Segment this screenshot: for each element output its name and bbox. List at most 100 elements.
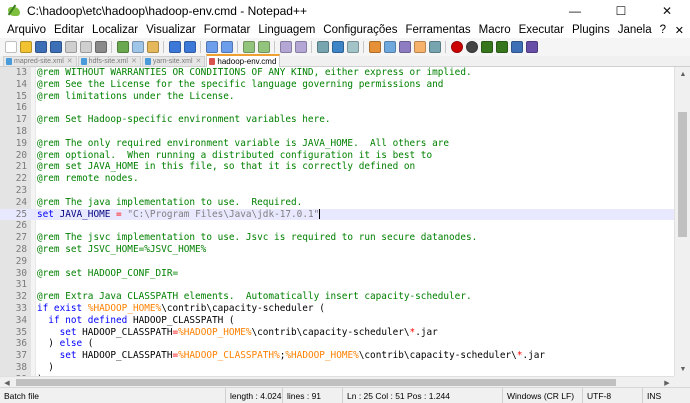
menu-localizar[interactable]: Localizar xyxy=(89,24,141,36)
line-code[interactable]: ) else ( xyxy=(37,338,93,350)
play-macro-icon[interactable] xyxy=(480,41,493,53)
paste-icon[interactable] xyxy=(146,41,159,53)
line-code[interactable]: set HADOOP_CLASSPATH=%HADOOP_CLASSPATH%;… xyxy=(37,350,545,362)
open-file-icon[interactable] xyxy=(19,41,32,53)
save-all-icon[interactable] xyxy=(49,41,62,53)
cut-icon[interactable] xyxy=(116,41,129,53)
save-macro-icon[interactable] xyxy=(510,41,523,53)
line-code[interactable]: @rem remote nodes. xyxy=(37,173,139,185)
code-line[interactable]: 15 @rem limitations under the License. xyxy=(0,91,674,103)
code-line[interactable]: 36 ) else ( xyxy=(0,338,674,350)
code-line[interactable]: 22 @rem remote nodes. xyxy=(0,173,674,185)
code-line[interactable]: 23 xyxy=(0,185,674,197)
word-wrap-icon[interactable] xyxy=(316,41,329,53)
code-line[interactable]: 31 xyxy=(0,279,674,291)
spellcheck-icon[interactable] xyxy=(525,41,538,53)
minimize-button[interactable]: — xyxy=(552,0,598,22)
line-code[interactable]: @rem limitations under the License. xyxy=(37,91,235,103)
line-code[interactable]: set JAVA_HOME = "C:\Program Files\Java\j… xyxy=(37,209,321,221)
copy-icon[interactable] xyxy=(131,41,144,53)
tab-hadoop-env-cmd[interactable]: hadoop-env.cmd xyxy=(206,54,281,67)
code-area[interactable]: 13 @rem WITHOUT WARRANTIES OR CONDITIONS … xyxy=(0,67,674,376)
menu-linguagem[interactable]: Linguagem xyxy=(255,24,318,36)
zoom-out-icon[interactable] xyxy=(257,41,270,53)
code-line[interactable]: 13 @rem WITHOUT WARRANTIES OR CONDITIONS … xyxy=(0,67,674,79)
menu-editar[interactable]: Editar xyxy=(51,24,87,36)
vertical-scrollbar[interactable]: ▲ ▼ xyxy=(674,67,690,376)
record-macro-icon[interactable] xyxy=(450,41,463,53)
menu-janela[interactable]: Janela xyxy=(615,24,655,36)
undo-icon[interactable] xyxy=(168,41,181,53)
code-line[interactable]: 16 xyxy=(0,102,674,114)
code-line[interactable]: 19 @rem The only required environment var… xyxy=(0,138,674,150)
code-line[interactable]: 35 set HADOOP_CLASSPATH=%HADOOP_HOME%\co… xyxy=(0,327,674,339)
code-line[interactable]: 33 if exist %HADOOP_HOME%\contrib\capacit… xyxy=(0,303,674,315)
print-icon[interactable] xyxy=(94,41,107,53)
close-all-icon[interactable] xyxy=(79,41,92,53)
code-line[interactable]: 20 @rem optional. When running a distribu… xyxy=(0,150,674,162)
zoom-in-icon[interactable] xyxy=(242,41,255,53)
menu-macro[interactable]: Macro xyxy=(476,24,514,36)
line-code[interactable]: @rem set HADOOP_CONF_DIR= xyxy=(37,268,178,280)
code-line[interactable]: 24 @rem The java implementation to use. R… xyxy=(0,197,674,209)
save-icon[interactable] xyxy=(34,41,47,53)
editor[interactable]: 13 @rem WITHOUT WARRANTIES OR CONDITIONS … xyxy=(0,67,674,376)
folder-workspace-icon[interactable] xyxy=(413,41,426,53)
line-code[interactable]: if not defined HADOOP_CLASSPATH ( xyxy=(37,315,234,327)
line-code[interactable]: @rem set JSVC_HOME=%JSVC_HOME% xyxy=(37,244,206,256)
line-code[interactable]: ) xyxy=(37,362,54,374)
code-line[interactable]: 17 @rem Set Hadoop-specific environment v… xyxy=(0,114,674,126)
line-code[interactable]: @rem The java implementation to use. Req… xyxy=(37,197,302,209)
tab-hdfs-site-xml[interactable]: hdfs-site.xml ✕ xyxy=(77,56,141,66)
line-code[interactable]: @rem See the License for the specific la… xyxy=(37,79,443,91)
code-line[interactable]: 29 xyxy=(0,256,674,268)
line-code[interactable]: @rem Extra Java CLASSPATH elements. Auto… xyxy=(37,291,472,303)
close-document-icon[interactable]: ✕ xyxy=(675,24,684,37)
scroll-down-icon[interactable]: ▼ xyxy=(675,362,690,376)
maximize-button[interactable]: ☐ xyxy=(598,0,644,22)
vertical-scroll-thumb[interactable] xyxy=(678,112,687,237)
find-icon[interactable] xyxy=(205,41,218,53)
function-list-icon[interactable] xyxy=(398,41,411,53)
code-line[interactable]: 30 @rem set HADOOP_CONF_DIR= xyxy=(0,268,674,280)
language-icon[interactable] xyxy=(368,41,381,53)
sync-vertical-icon[interactable] xyxy=(279,41,292,53)
menu-help[interactable]: ? xyxy=(657,24,669,36)
code-line[interactable]: 32 @rem Extra Java CLASSPATH elements. Au… xyxy=(0,291,674,303)
code-line[interactable]: 28 @rem set JSVC_HOME=%JSVC_HOME% xyxy=(0,244,674,256)
document-map-icon[interactable] xyxy=(383,41,396,53)
show-all-chars-icon[interactable] xyxy=(331,41,344,53)
tab-close-icon[interactable]: ✕ xyxy=(67,57,73,66)
status-encoding[interactable]: UTF-8 xyxy=(583,387,643,403)
horizontal-scroll-thumb[interactable] xyxy=(16,379,616,386)
run-macro-multiple-icon[interactable] xyxy=(495,41,508,53)
tab-mapred-site-xml[interactable]: mapred-site.xml ✕ xyxy=(3,56,77,66)
menu-arquivo[interactable]: Arquivo xyxy=(4,24,49,36)
tab-yarn-site-xml[interactable]: yarn-site.xml ✕ xyxy=(141,56,206,66)
redo-icon[interactable] xyxy=(183,41,196,53)
scroll-up-icon[interactable]: ▲ xyxy=(675,67,690,81)
menu-formatar[interactable]: Formatar xyxy=(201,24,254,36)
code-line[interactable]: 34 if not defined HADOOP_CLASSPATH ( xyxy=(0,315,674,327)
menu-ferramentas[interactable]: Ferramentas xyxy=(402,24,473,36)
code-line[interactable]: 38 ) xyxy=(0,362,674,374)
code-line[interactable]: 14 @rem See the License for the specific … xyxy=(0,79,674,91)
status-insert-mode[interactable]: INS xyxy=(643,388,690,403)
code-line[interactable]: 27 @rem The jsvc implementation to use. J… xyxy=(0,232,674,244)
horizontal-scrollbar[interactable]: ◀ ▶ xyxy=(0,376,674,387)
new-file-icon[interactable] xyxy=(4,41,17,53)
indent-guide-icon[interactable] xyxy=(346,41,359,53)
code-line[interactable]: 37 set HADOOP_CLASSPATH=%HADOOP_CLASSPAT… xyxy=(0,350,674,362)
menu-executar[interactable]: Executar xyxy=(516,24,567,36)
line-code[interactable]: @rem optional. When running a distribute… xyxy=(37,150,432,162)
line-code[interactable]: @rem Set Hadoop-specific environment var… xyxy=(37,114,331,126)
code-line[interactable]: 26 xyxy=(0,220,674,232)
close-window-button[interactable]: ✕ xyxy=(644,0,690,22)
line-code[interactable]: @rem set JAVA_HOME in this file, so that… xyxy=(37,161,415,173)
status-eol[interactable]: Windows (CR LF) xyxy=(503,387,583,403)
tab-close-icon[interactable]: ✕ xyxy=(196,57,202,66)
current-line[interactable]: 25 set JAVA_HOME = "C:\Program Files\Java… xyxy=(0,208,674,221)
menu-plugins[interactable]: Plugins xyxy=(569,24,613,36)
code-line[interactable]: 21 @rem set JAVA_HOME in this file, so th… xyxy=(0,161,674,173)
stop-macro-icon[interactable] xyxy=(465,41,478,53)
